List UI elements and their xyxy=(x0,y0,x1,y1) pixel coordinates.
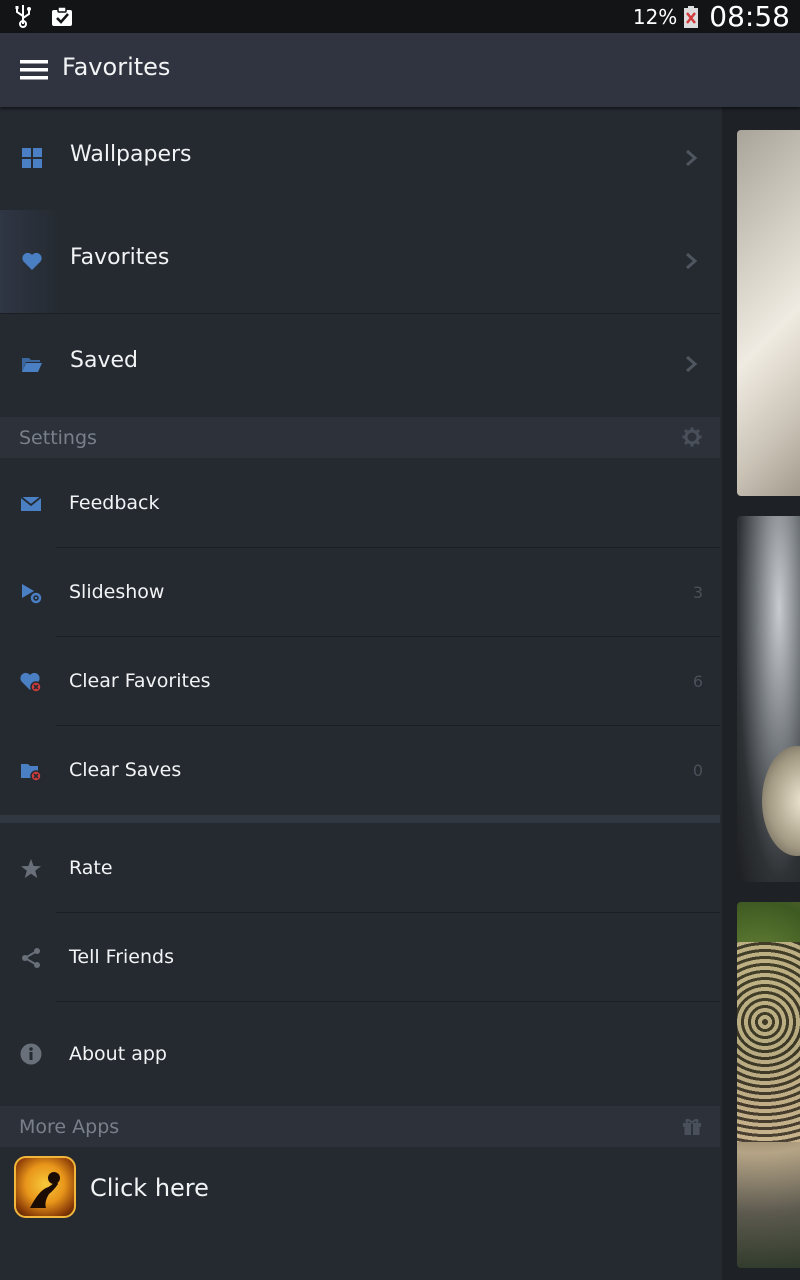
chevron-right-icon xyxy=(686,252,698,270)
settings-item-count: 3 xyxy=(692,583,703,602)
settings-item-slideshow[interactable]: Slideshow 3 xyxy=(0,548,720,637)
wallpaper-thumbnail[interactable] xyxy=(737,130,800,496)
folder-icon xyxy=(22,358,42,372)
app-bar-title: Favorites xyxy=(62,53,171,81)
gear-icon xyxy=(682,427,702,447)
misc-item-about-app[interactable]: About app xyxy=(0,1002,720,1106)
wallpaper-thumbnail[interactable] xyxy=(737,902,800,1268)
settings-item-label: Slideshow xyxy=(69,581,165,603)
share-icon xyxy=(22,948,40,968)
settings-item-feedback[interactable]: Feedback xyxy=(0,459,720,548)
info-icon xyxy=(20,1043,42,1065)
settings-item-count: 6 xyxy=(692,672,703,691)
misc-item-tell-friends[interactable]: Tell Friends xyxy=(0,913,720,1002)
heart-remove-icon xyxy=(20,672,42,693)
grid-icon xyxy=(22,148,42,168)
clipboard-check-icon xyxy=(52,6,72,26)
app-bar: Favorites xyxy=(0,33,800,107)
slideshow-settings-icon xyxy=(22,584,42,604)
settings-item-label: Clear Saves xyxy=(69,759,182,781)
settings-item-count: 0 xyxy=(692,761,703,780)
chevron-right-icon xyxy=(686,355,698,373)
nav-item-wallpapers[interactable]: Wallpapers xyxy=(0,107,720,211)
settings-section-header: Settings xyxy=(0,417,720,458)
misc-item-rate[interactable]: Rate xyxy=(0,824,720,913)
settings-item-clear-favorites[interactable]: Clear Favorites 6 xyxy=(0,637,720,726)
promo-label: Click here xyxy=(90,1174,209,1202)
nav-item-label: Wallpapers xyxy=(70,142,192,167)
settings-item-label: Feedback xyxy=(69,492,160,514)
battery-low-icon xyxy=(684,5,699,28)
section-separator xyxy=(0,815,720,823)
app-icon[interactable] xyxy=(14,1156,76,1218)
nav-item-label: Saved xyxy=(70,348,138,373)
wallpaper-thumbnail[interactable] xyxy=(737,516,800,882)
folder-remove-icon xyxy=(21,764,42,782)
settings-item-clear-saves[interactable]: Clear Saves 0 xyxy=(0,726,720,815)
chevron-right-icon xyxy=(686,149,698,167)
wallpaper-gallery xyxy=(722,107,800,1280)
envelope-icon xyxy=(20,496,42,511)
settings-item-label: Clear Favorites xyxy=(69,670,211,692)
heart-icon xyxy=(22,252,42,270)
misc-item-label: About app xyxy=(69,1043,167,1065)
navigation-drawer: Wallpapers Favorites Saved Settings Feed… xyxy=(0,107,720,1280)
more-apps-promo[interactable]: Click here xyxy=(0,1148,720,1238)
more-apps-section-header: More Apps xyxy=(0,1106,720,1147)
usb-icon xyxy=(15,5,31,28)
status-clock: 08:58 xyxy=(709,0,790,33)
battery-percent: 12% xyxy=(632,4,678,29)
misc-item-label: Tell Friends xyxy=(69,946,174,968)
section-header-label: Settings xyxy=(19,427,97,449)
nav-item-label: Favorites xyxy=(70,245,170,270)
status-bar: 12% 08:58 xyxy=(0,0,800,33)
misc-item-label: Rate xyxy=(69,857,113,879)
gift-icon xyxy=(683,1119,701,1135)
section-header-label: More Apps xyxy=(19,1116,120,1138)
star-icon xyxy=(21,859,41,878)
hamburger-menu-icon[interactable] xyxy=(20,59,48,81)
nav-item-favorites[interactable]: Favorites xyxy=(0,210,720,314)
nav-item-saved[interactable]: Saved xyxy=(0,313,720,416)
